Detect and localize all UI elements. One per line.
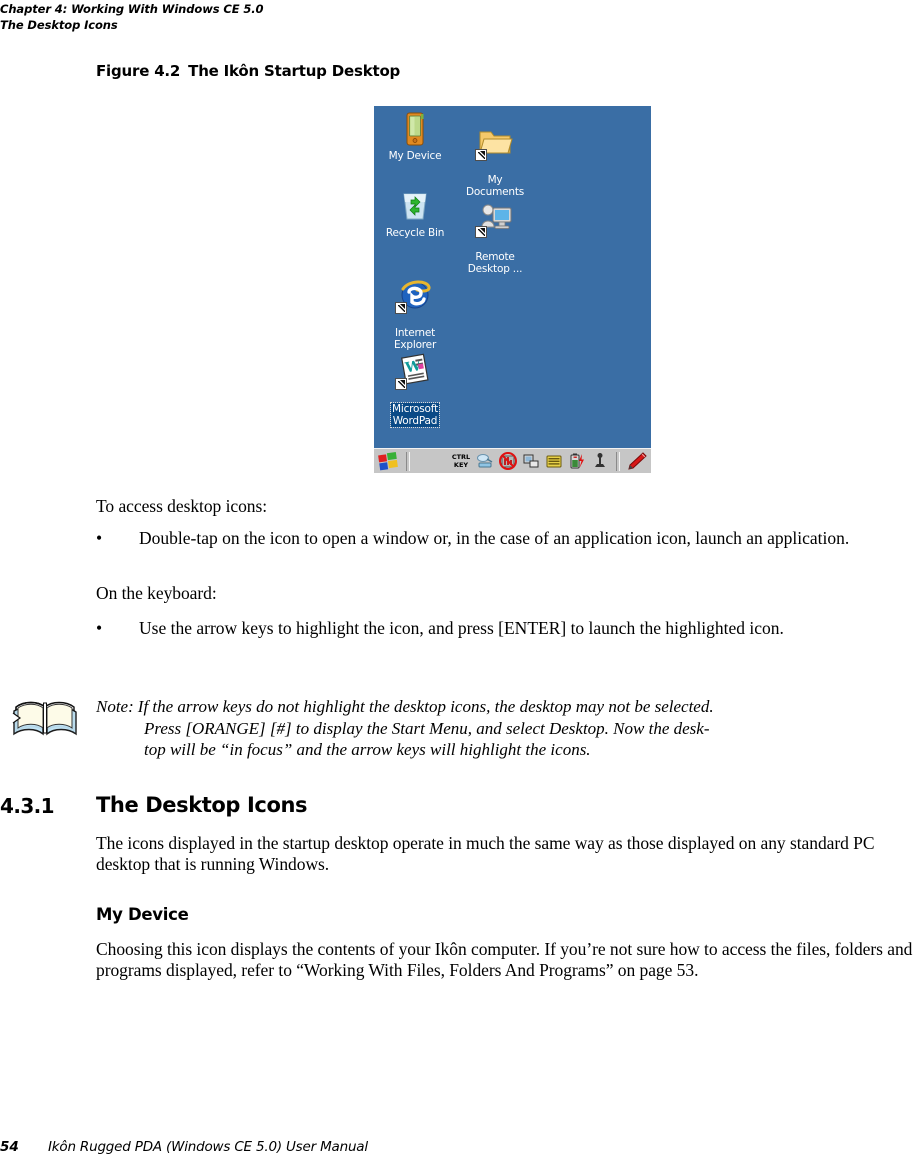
open-book-icon — [12, 697, 78, 737]
keyboard-icon[interactable] — [544, 451, 564, 471]
folder-icon — [475, 123, 515, 161]
taskbar-divider — [406, 451, 410, 471]
section-title: The Desktop Icons — [96, 793, 308, 817]
paragraph-section-intro: The icons displayed in the startup deskt… — [96, 833, 875, 874]
shortcut-arrow-icon — [395, 302, 407, 314]
taskbar-system-tray: CTRL KEY — [450, 451, 651, 471]
paragraph-access-intro: To access desktop icons: — [96, 496, 268, 516]
bullet-marker: • — [96, 618, 103, 638]
note-line-1: If the arrow keys do not highlight the d… — [137, 697, 714, 716]
paragraph-my-device: Choosing this icon displays the contents… — [96, 939, 913, 980]
bullet-marker: • — [96, 528, 103, 548]
bullet-text: Use the arrow keys to highlight the icon… — [139, 618, 784, 638]
desktop-icon-my-device[interactable]: My Device — [376, 111, 454, 162]
radio-off-icon[interactable] — [498, 451, 518, 471]
device-screenshot-figure: My Device My Documents Recycle Bin Remot… — [374, 106, 651, 473]
note-block: Note: If the arrow keys do not highlight … — [96, 696, 916, 761]
note-label: Note: — [96, 697, 134, 716]
note-line-2: Press [ORANGE] [#] to display the Start … — [144, 718, 710, 738]
taskbar-divider-2 — [616, 451, 620, 471]
desktop-icon-label: Microsoft WordPad — [390, 402, 440, 428]
internet-explorer-icon — [395, 276, 435, 314]
footer-page-number: 54 — [0, 1139, 19, 1155]
pda-device-icon — [395, 111, 435, 149]
shortcut-arrow-icon — [475, 226, 487, 238]
desktop-icon-microsoft-wordpad[interactable]: W Microsoft WordPad — [376, 340, 454, 428]
pen-icon[interactable] — [626, 451, 648, 471]
bullet-double-tap: • Double-tap on the icon to open a windo… — [96, 528, 916, 549]
ce-taskbar: CTRL KEY — [374, 448, 651, 473]
desktop-icon-label: Recycle Bin — [385, 227, 445, 239]
start-button[interactable] — [376, 451, 403, 472]
figure-caption: Figure 4.2 The Ikôn Startup Desktop — [96, 62, 400, 80]
subheading-my-device: My Device — [96, 905, 189, 924]
display-icon[interactable] — [521, 451, 541, 471]
recycle-bin-icon — [395, 188, 435, 226]
figure-number: Figure 4.2 — [96, 62, 181, 80]
running-header: Chapter 4: Working With Windows CE 5.0 T… — [0, 2, 600, 33]
header-section-line: The Desktop Icons — [0, 17, 118, 32]
note-line-3: top will be “in focus” and the arrow key… — [144, 740, 591, 759]
windows-flag-icon — [378, 451, 398, 470]
desktop-icon-label: Remote Desktop ... — [467, 251, 523, 275]
ctrl-key-icon[interactable]: CTRL KEY — [450, 451, 472, 471]
bullet-text: Double-tap on the icon to open a window … — [139, 528, 850, 548]
shortcut-arrow-icon — [475, 149, 487, 161]
network-icon[interactable] — [475, 451, 495, 471]
desktop-icon-recycle-bin[interactable]: Recycle Bin — [376, 188, 454, 239]
paragraph-keyboard-intro: On the keyboard: — [96, 583, 217, 603]
bullet-arrow-keys: • Use the arrow keys to highlight the ic… — [96, 618, 836, 639]
document-page: Chapter 4: Working With Windows CE 5.0 T… — [0, 0, 916, 1161]
header-chapter-line: Chapter 4: Working With Windows CE 5.0 — [0, 2, 264, 16]
desktop-icon-remote-desktop[interactable]: Remote Desktop ... — [456, 188, 534, 287]
wordpad-icon: W — [395, 352, 435, 390]
antenna-icon[interactable] — [590, 451, 610, 471]
desktop-icon-label: My Device — [388, 150, 442, 162]
footer-manual-title: Ikôn Rugged PDA (Windows CE 5.0) User Ma… — [48, 1139, 368, 1155]
figure-title: The Ikôn Startup Desktop — [188, 62, 401, 80]
remote-desktop-icon — [475, 200, 515, 238]
ce-desktop-surface: My Device My Documents Recycle Bin Remot… — [374, 106, 651, 448]
shortcut-arrow-icon — [395, 378, 407, 390]
section-number: 4.3.1 — [0, 794, 55, 818]
battery-charging-icon[interactable] — [567, 451, 587, 471]
